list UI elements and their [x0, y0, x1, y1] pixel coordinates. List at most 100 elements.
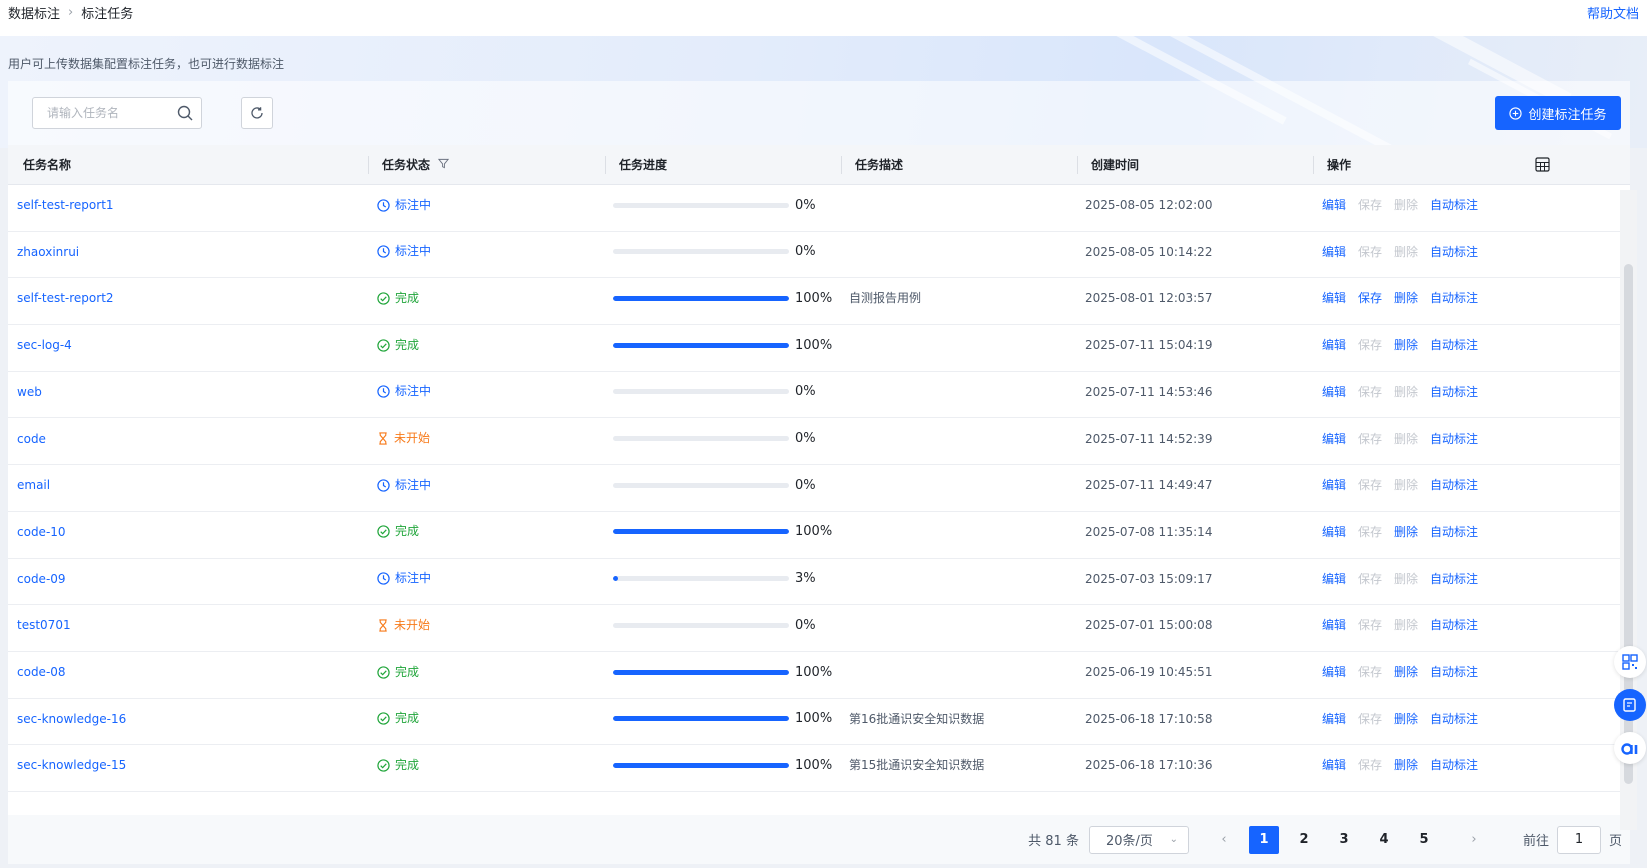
auto-label-button[interactable]: 自动标注 [1430, 745, 1478, 794]
page-size-select[interactable]: 20条/页 ⌄ [1088, 825, 1189, 854]
prev-page-button[interactable]: ‹ [1209, 826, 1239, 854]
auto-label-button[interactable]: 自动标注 [1430, 465, 1478, 514]
save-button[interactable]: 保存 [1358, 652, 1382, 701]
save-button[interactable]: 保存 [1358, 232, 1382, 281]
goto-page-input[interactable] [1556, 825, 1601, 854]
edit-button[interactable]: 编辑 [1322, 465, 1346, 514]
task-created-time: 2025-08-05 12:02:00 [1085, 198, 1213, 212]
auto-label-button[interactable]: 自动标注 [1430, 278, 1478, 327]
task-name-link[interactable]: code-08 [17, 652, 66, 701]
page-button-1[interactable]: 1 [1248, 825, 1279, 854]
edit-button[interactable]: 编辑 [1322, 185, 1346, 234]
task-name-link[interactable]: code [17, 419, 46, 468]
task-name-link[interactable]: sec-knowledge-16 [17, 699, 126, 748]
edit-button[interactable]: 编辑 [1322, 605, 1346, 654]
save-button[interactable]: 保存 [1358, 699, 1382, 748]
task-progress: 0% [613, 372, 816, 412]
save-button[interactable]: 保存 [1358, 605, 1382, 654]
ai-assistant-button[interactable] [1614, 732, 1646, 764]
delete-button[interactable]: 删除 [1394, 605, 1418, 654]
column-settings-icon[interactable] [1535, 157, 1550, 173]
edit-button[interactable]: 编辑 [1322, 232, 1346, 281]
task-status: 完成 [377, 652, 419, 692]
task-created-time: 2025-06-18 17:10:58 [1085, 711, 1213, 726]
page-button-3[interactable]: 3 [1329, 826, 1359, 854]
task-name-link[interactable]: sec-log-4 [17, 325, 72, 374]
save-button[interactable]: 保存 [1358, 512, 1382, 561]
task-name-link[interactable]: test0701 [17, 605, 71, 654]
delete-button[interactable]: 删除 [1394, 559, 1418, 608]
page-button-4[interactable]: 4 [1369, 826, 1399, 854]
delete-button[interactable]: 删除 [1394, 419, 1418, 468]
edit-button[interactable]: 编辑 [1322, 512, 1346, 561]
edit-button[interactable]: 编辑 [1322, 745, 1346, 794]
auto-label-button[interactable]: 自动标注 [1430, 419, 1478, 468]
delete-button[interactable]: 删除 [1394, 325, 1418, 374]
task-name-link[interactable]: self-test-report2 [17, 278, 114, 327]
save-button[interactable]: 保存 [1358, 465, 1382, 514]
delete-button[interactable]: 删除 [1394, 652, 1418, 701]
auto-label-button[interactable]: 自动标注 [1430, 559, 1478, 608]
auto-label-button[interactable]: 自动标注 [1430, 325, 1478, 374]
task-name-link[interactable]: code-10 [17, 512, 66, 561]
save-button[interactable]: 保存 [1358, 325, 1382, 374]
delete-button[interactable]: 删除 [1394, 278, 1418, 327]
task-name-link[interactable]: zhaoxinrui [17, 232, 79, 281]
task-actions: 编辑 保存 删除 自动标注 [1322, 745, 1478, 794]
save-button[interactable]: 保存 [1358, 185, 1382, 234]
edit-button[interactable]: 编辑 [1322, 559, 1346, 608]
edit-button[interactable]: 编辑 [1322, 278, 1346, 327]
save-button[interactable]: 保存 [1358, 419, 1382, 468]
auto-label-button[interactable]: 自动标注 [1430, 372, 1478, 421]
breadcrumb-root[interactable]: 数据标注 [8, 3, 60, 22]
task-name-link[interactable]: self-test-report1 [17, 185, 114, 234]
task-name-link[interactable]: code-09 [17, 559, 66, 608]
auto-label-button[interactable]: 自动标注 [1430, 232, 1478, 281]
task-name-link[interactable]: sec-knowledge-15 [17, 745, 126, 794]
edit-button[interactable]: 编辑 [1322, 372, 1346, 421]
delete-button[interactable]: 删除 [1394, 232, 1418, 281]
help-docs-link[interactable]: 帮助文档 [1587, 3, 1639, 22]
create-task-button[interactable]: 创建标注任务 [1495, 96, 1621, 130]
filter-icon[interactable] [438, 158, 450, 169]
task-name-link[interactable]: web [17, 372, 42, 421]
page-button-2[interactable]: 2 [1289, 826, 1319, 854]
delete-button[interactable]: 删除 [1394, 185, 1418, 234]
auto-label-button[interactable]: 自动标注 [1430, 512, 1478, 561]
delete-button[interactable]: 删除 [1394, 372, 1418, 421]
save-button[interactable]: 保存 [1358, 372, 1382, 421]
task-table-card: 创建标注任务 任务名称 任务状态 任务进度 任务描述 创建时间 操作 self-… [8, 81, 1630, 864]
refresh-button[interactable] [241, 97, 273, 129]
delete-button[interactable]: 删除 [1394, 745, 1418, 794]
edit-button[interactable]: 编辑 [1322, 419, 1346, 468]
create-task-label: 创建标注任务 [1528, 107, 1607, 123]
save-button[interactable]: 保存 [1358, 559, 1382, 608]
task-status: 标注中 [377, 185, 431, 225]
progress-bar [613, 295, 789, 301]
pagination: 共 81 条 20条/页 ⌄ ‹ 12345 › 前往 页 [8, 815, 1630, 864]
edit-button[interactable]: 编辑 [1322, 325, 1346, 374]
delete-button[interactable]: 删除 [1394, 512, 1418, 561]
task-description: 自测报告用例 [849, 291, 922, 306]
auto-label-button[interactable]: 自动标注 [1430, 699, 1478, 748]
page-button-5[interactable]: 5 [1409, 826, 1439, 854]
auto-label-button[interactable]: 自动标注 [1430, 605, 1478, 654]
task-name-link[interactable]: email [17, 465, 50, 514]
auto-label-button[interactable]: 自动标注 [1430, 652, 1478, 701]
delete-button[interactable]: 删除 [1394, 465, 1418, 514]
auto-label-button[interactable]: 自动标注 [1430, 185, 1478, 234]
next-page-button[interactable]: › [1459, 826, 1489, 854]
edit-button[interactable]: 编辑 [1322, 699, 1346, 748]
save-button[interactable]: 保存 [1358, 745, 1382, 794]
search-icon[interactable] [177, 105, 193, 124]
search-input[interactable] [33, 98, 163, 128]
edit-button[interactable]: 编辑 [1322, 652, 1346, 701]
qr-code-button[interactable] [1614, 646, 1646, 678]
task-progress: 0% [613, 419, 816, 459]
task-actions: 编辑 保存 删除 自动标注 [1322, 232, 1478, 281]
progress-bar [613, 576, 789, 582]
delete-button[interactable]: 删除 [1394, 699, 1418, 748]
feedback-button[interactable] [1614, 689, 1646, 721]
task-status: 完成 [377, 278, 419, 318]
save-button[interactable]: 保存 [1358, 278, 1382, 327]
